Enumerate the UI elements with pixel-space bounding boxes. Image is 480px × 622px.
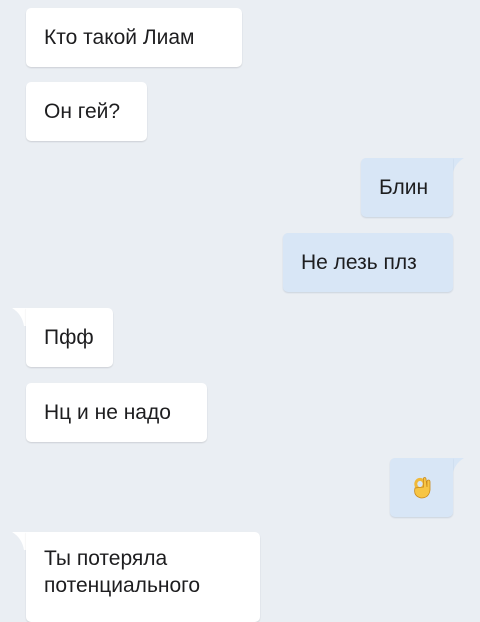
incoming-message[interactable]: Пфф: [26, 308, 113, 367]
incoming-message[interactable]: Кто такой Лиам: [26, 8, 242, 67]
incoming-message[interactable]: Ты потеряла потенциального: [26, 532, 260, 622]
incoming-message[interactable]: Нц и не надо: [26, 383, 207, 442]
message-text: Ты потеряла потенциального: [44, 547, 201, 597]
message-text: Нц и не надо: [44, 401, 171, 424]
outgoing-emoji-message[interactable]: [390, 458, 453, 517]
message-text: Блин: [379, 176, 429, 199]
outgoing-message[interactable]: Не лезь плз: [283, 233, 453, 292]
ok-hand-emoji-icon: [413, 476, 430, 498]
outgoing-message[interactable]: Блин: [361, 158, 453, 217]
incoming-message[interactable]: Он гей?: [26, 82, 147, 141]
message-text: Не лезь плз: [301, 251, 417, 274]
message-text: Кто такой Лиам: [44, 26, 195, 49]
message-text: Пфф: [44, 326, 94, 349]
chat-history[interactable]: Кто такой Лиам Он гей? Блин Не лезь плз …: [0, 0, 480, 622]
message-text: Он гей?: [44, 100, 121, 123]
